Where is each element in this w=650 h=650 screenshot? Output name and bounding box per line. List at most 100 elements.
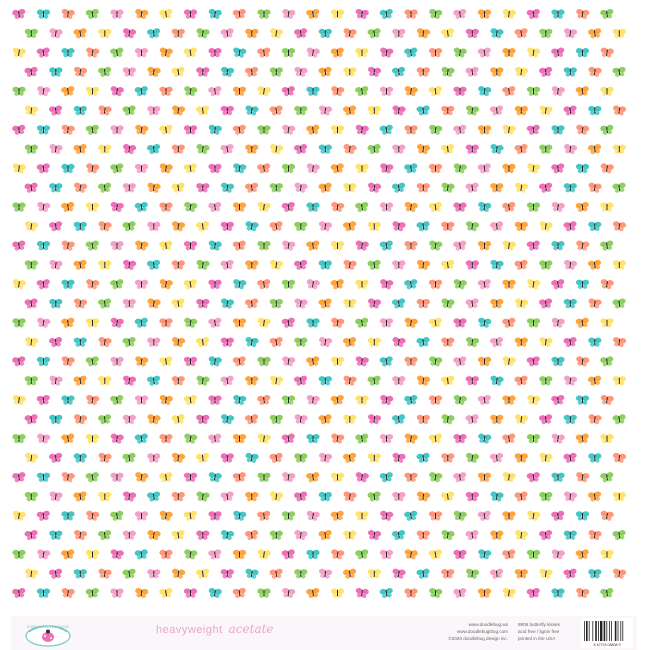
butterfly-icon [282, 587, 296, 599]
butterfly-icon [367, 105, 381, 116]
butterfly-icon [343, 183, 357, 193]
butterfly-icon [502, 356, 516, 367]
butterfly-icon [135, 356, 149, 367]
butterfly-icon [281, 48, 296, 58]
butterfly-icon [551, 317, 565, 328]
butterfly-icon [416, 183, 430, 193]
butterfly-icon [306, 472, 320, 483]
butterfly-icon [600, 587, 614, 599]
butterfly-icon [61, 511, 75, 521]
butterfly-icon [453, 434, 467, 444]
butterfly-icon [489, 337, 504, 348]
butterfly-icon [612, 452, 627, 463]
butterfly-icon [331, 549, 345, 560]
butterfly-icon [159, 86, 173, 96]
butterfly-icon [208, 472, 222, 483]
info-block: 8808 butterfly kisses acid free / lignin… [518, 621, 580, 642]
butterfly-icon [294, 337, 308, 347]
butterfly-icon [122, 491, 137, 502]
butterfly-icon [490, 414, 504, 424]
butterfly-icon [48, 105, 63, 116]
butterfly-icon [110, 241, 124, 251]
butterfly-icon [110, 163, 124, 174]
butterfly-icon [73, 491, 87, 502]
butterfly-icon [294, 453, 308, 463]
butterfly-icon [612, 182, 626, 193]
butterfly-icon [257, 47, 271, 58]
butterfly-icon [85, 240, 99, 251]
butterfly-icon [183, 163, 197, 174]
butterfly-icon [392, 260, 406, 270]
butterfly-icon [429, 124, 443, 135]
butterfly-icon [379, 318, 394, 328]
butterfly-icon [441, 569, 455, 579]
butterfly-icon [49, 67, 63, 77]
butterfly-icon [587, 491, 602, 502]
butterfly-icon [527, 279, 541, 290]
butterfly-icon [539, 221, 553, 232]
butterfly-icon [85, 318, 100, 328]
butterfly-icon [391, 530, 406, 541]
butterfly-icon [183, 356, 198, 367]
butterfly-icon [232, 549, 247, 560]
butterfly-icon [48, 337, 63, 348]
butterfly-icon [355, 433, 369, 444]
butterfly-icon [391, 66, 406, 77]
butterfly-icon [551, 433, 565, 444]
butterfly-icon [306, 356, 320, 367]
butterfly-icon [220, 569, 234, 579]
butterfly-icon [404, 9, 418, 19]
butterfly-icon [465, 337, 480, 348]
butterfly-icon [110, 510, 124, 521]
butterfly-icon [282, 124, 296, 135]
butterfly-icon [576, 472, 590, 483]
butterfly-icon [587, 375, 602, 386]
butterfly-icon [97, 298, 112, 309]
butterfly-icon [502, 587, 516, 599]
butterfly-icon [318, 452, 333, 463]
butterfly-icon [12, 240, 26, 251]
butterfly-icon [453, 47, 467, 58]
butterfly-icon [367, 28, 381, 39]
butterfly-icon [502, 201, 516, 213]
butterfly-icon [48, 568, 63, 579]
butterfly-icon [183, 588, 198, 598]
butterfly-icon [428, 163, 443, 174]
butterfly-icon [330, 47, 344, 58]
butterfly-icon [110, 201, 124, 213]
butterfly-icon [232, 434, 247, 444]
butterfly-icon [36, 356, 51, 367]
butterfly-icon [588, 530, 602, 541]
butterfly-icon [171, 414, 185, 425]
butterfly-icon [489, 221, 504, 232]
butterfly-icon [416, 375, 431, 386]
butterfly-icon [12, 8, 26, 20]
butterfly-icon [269, 298, 283, 309]
butterfly-icon [294, 298, 308, 309]
butterfly-icon [526, 86, 541, 96]
butterfly-icon [538, 414, 553, 425]
butterfly-icon [281, 549, 295, 560]
butterfly-icon [600, 86, 614, 96]
butterfly-icon [171, 452, 186, 463]
butterfly-icon [342, 337, 357, 348]
butterfly-icon [306, 549, 320, 560]
butterfly-icon [110, 9, 124, 19]
butterfly-icon [269, 568, 283, 579]
butterfly-icon [526, 124, 540, 135]
butterfly-icon [85, 434, 100, 444]
butterfly-icon [576, 124, 590, 135]
butterfly-icon [600, 472, 614, 483]
butterfly-icon [245, 491, 259, 502]
butterfly-icon [146, 259, 161, 270]
butterfly-icon [196, 530, 210, 540]
butterfly-icon [440, 28, 455, 39]
butterfly-icon [233, 47, 247, 58]
butterfly-icon [269, 530, 283, 540]
butterfly-icon [465, 530, 479, 541]
butterfly-icon [37, 86, 51, 97]
butterfly-icon [159, 356, 173, 367]
butterfly-icon [575, 549, 589, 560]
butterfly-icon [380, 394, 394, 406]
butterfly-icon [232, 472, 246, 483]
